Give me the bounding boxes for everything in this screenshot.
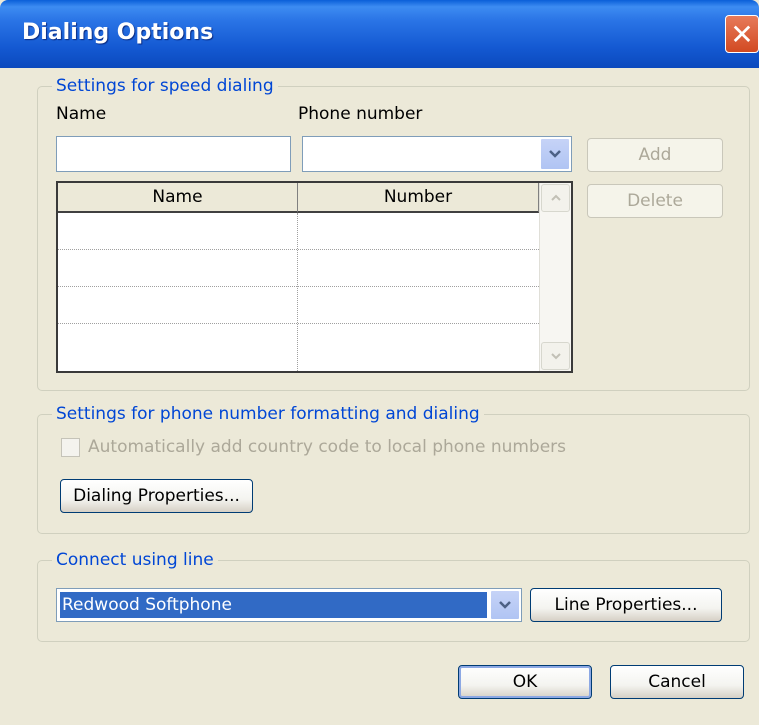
- table-row[interactable]: [58, 213, 539, 250]
- chevron-down-icon[interactable]: [490, 590, 520, 620]
- name-input[interactable]: [56, 136, 291, 172]
- table-row[interactable]: [58, 324, 539, 361]
- name-label: Name: [56, 104, 107, 124]
- table-row[interactable]: [58, 287, 539, 324]
- close-icon: ✕: [730, 17, 754, 51]
- window-title: Dialing Options: [22, 20, 214, 45]
- close-button[interactable]: ✕: [725, 15, 759, 53]
- column-header-name[interactable]: Name: [58, 183, 298, 213]
- add-button[interactable]: Add: [587, 138, 723, 172]
- auto-country-code-label: Automatically add country code to local …: [88, 437, 567, 457]
- chevron-up-icon[interactable]: [541, 184, 570, 212]
- chevron-down-icon[interactable]: [541, 342, 570, 370]
- cancel-button[interactable]: Cancel: [610, 665, 744, 699]
- column-header-number[interactable]: Number: [298, 183, 539, 213]
- formatting-legend: Settings for phone number formatting and…: [52, 404, 484, 424]
- line-properties-button[interactable]: Line Properties...: [530, 588, 722, 622]
- delete-button[interactable]: Delete: [587, 184, 723, 218]
- dialog-body: Settings for speed dialing Name Phone nu…: [4, 68, 759, 725]
- table-scrollbar[interactable]: [539, 183, 571, 371]
- auto-country-code-checkbox[interactable]: [61, 438, 80, 457]
- phone-number-combo[interactable]: [302, 136, 572, 172]
- ok-button[interactable]: OK: [458, 665, 592, 699]
- connect-legend: Connect using line: [52, 550, 218, 570]
- formatting-group: [37, 414, 750, 534]
- speed-dialing-legend: Settings for speed dialing: [52, 76, 278, 96]
- chevron-down-icon[interactable]: [540, 138, 570, 170]
- dialing-properties-button[interactable]: Dialing Properties...: [60, 479, 253, 513]
- line-select[interactable]: Redwood Softphone: [56, 588, 522, 622]
- title-bar[interactable]: Dialing Options ✕: [0, 0, 759, 68]
- table-row[interactable]: [58, 250, 539, 287]
- speed-dial-table[interactable]: Name Number: [56, 181, 573, 373]
- phone-number-label: Phone number: [298, 104, 423, 124]
- line-select-value: Redwood Softphone: [60, 592, 487, 618]
